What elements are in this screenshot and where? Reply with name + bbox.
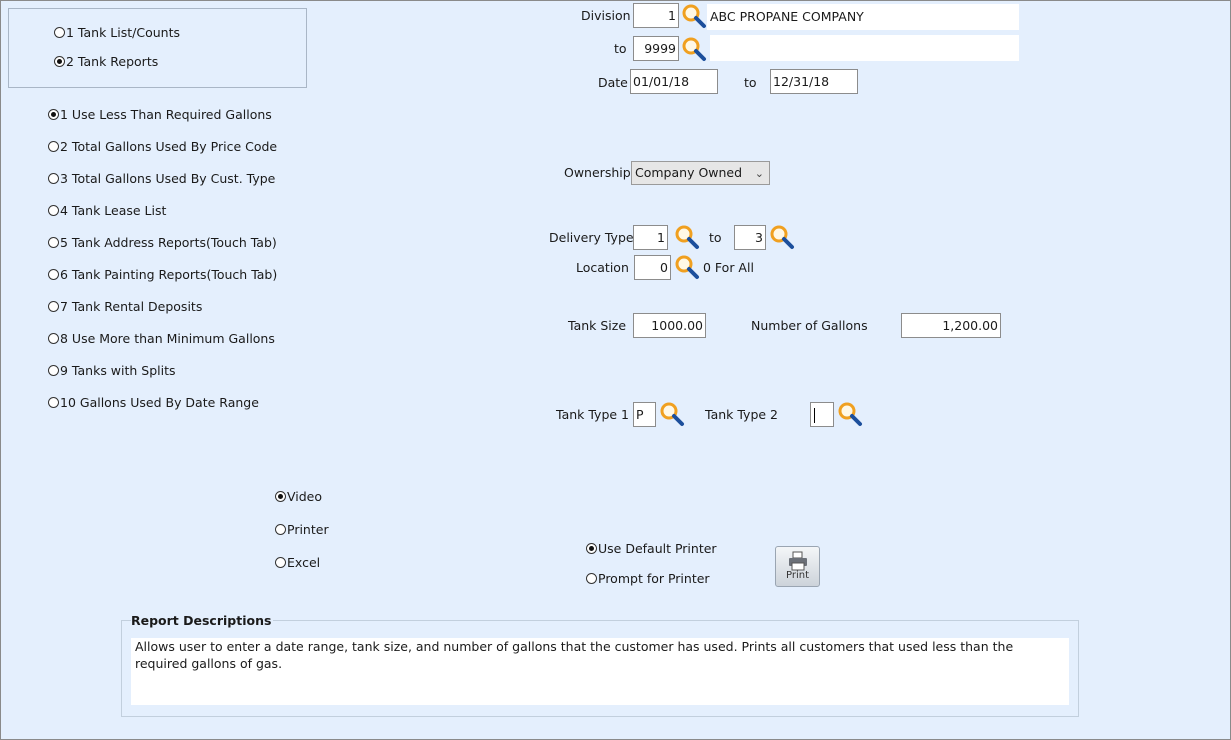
radio-dot bbox=[275, 524, 286, 535]
radio-dot bbox=[48, 173, 59, 184]
radio-report-3[interactable]: 3 Total Gallons Used By Cust. Type bbox=[48, 171, 275, 186]
tank-type1-label: Tank Type 1 bbox=[556, 407, 629, 422]
radio-dot bbox=[48, 397, 59, 408]
radio-report-9[interactable]: 9 Tanks with Splits bbox=[48, 363, 176, 378]
radio-report-8[interactable]: 8 Use More than Minimum Gallons bbox=[48, 331, 275, 346]
radio-dot bbox=[54, 56, 65, 67]
location-input[interactable]: 0 bbox=[634, 255, 671, 280]
radio-dot bbox=[48, 365, 59, 376]
tank-size-label: Tank Size bbox=[568, 318, 627, 333]
division-from-lookup-icon[interactable] bbox=[681, 3, 707, 29]
date-to-input[interactable]: 12/31/18 bbox=[770, 69, 858, 94]
tank-type1-lookup-icon[interactable] bbox=[659, 401, 685, 427]
radio-label: 8 Use More than Minimum Gallons bbox=[60, 331, 275, 346]
report-description-text: Allows user to enter a date range, tank … bbox=[131, 638, 1069, 705]
tank-size-input[interactable]: 1000.00 bbox=[633, 313, 706, 338]
division-label: Division bbox=[581, 8, 631, 23]
radio-label: 1 Use Less Than Required Gallons bbox=[60, 107, 272, 122]
radio-label: Printer bbox=[287, 522, 329, 537]
radio-dot bbox=[48, 237, 59, 248]
radio-report-6[interactable]: 6 Tank Painting Reports(Touch Tab) bbox=[48, 267, 277, 282]
ownership-select[interactable]: Company Owned ⌄ bbox=[631, 161, 770, 185]
tank-type1-input[interactable]: P bbox=[633, 402, 656, 427]
print-label: Print bbox=[785, 570, 809, 581]
radio-label: 2 Total Gallons Used By Price Code bbox=[60, 139, 278, 154]
tank-type2-input[interactable] bbox=[810, 402, 834, 427]
division-to-lookup-icon[interactable] bbox=[681, 36, 707, 62]
radio-label: 10 Gallons Used By Date Range bbox=[60, 395, 259, 410]
radio-report-5[interactable]: 5 Tank Address Reports(Touch Tab) bbox=[48, 235, 277, 250]
radio-report-7[interactable]: 7 Tank Rental Deposits bbox=[48, 299, 202, 314]
date-label: Date bbox=[598, 75, 628, 90]
ownership-label: Ownership bbox=[564, 165, 631, 180]
radio-dot bbox=[48, 205, 59, 216]
radio-label: 4 Tank Lease List bbox=[60, 203, 167, 218]
chevron-down-icon: ⌄ bbox=[754, 167, 764, 180]
radio-label: Video bbox=[287, 489, 323, 504]
division-from-input[interactable]: 1 bbox=[633, 3, 679, 28]
radio-label: 5 Tank Address Reports(Touch Tab) bbox=[60, 235, 277, 250]
delivery-to-lookup-icon[interactable] bbox=[769, 224, 795, 250]
radio-report-10[interactable]: 10 Gallons Used By Date Range bbox=[48, 395, 259, 410]
radio-label: 6 Tank Painting Reports(Touch Tab) bbox=[60, 267, 278, 282]
report-group-box bbox=[8, 8, 307, 88]
radio-label: Prompt for Printer bbox=[598, 571, 710, 586]
radio-dot bbox=[48, 109, 59, 120]
division-to-label: to bbox=[614, 41, 627, 56]
radio-label: Use Default Printer bbox=[598, 541, 717, 556]
radio-dot bbox=[275, 557, 286, 568]
radio-label: 1 Tank List/Counts bbox=[66, 25, 180, 40]
radio-output-excel[interactable]: Excel bbox=[275, 555, 320, 570]
location-hint: 0 For All bbox=[703, 260, 754, 275]
radio-default-printer[interactable]: Use Default Printer bbox=[586, 541, 717, 556]
delivery-type-label: Delivery Type bbox=[549, 230, 634, 245]
radio-tank-reports[interactable]: 2 Tank Reports bbox=[54, 54, 158, 69]
radio-dot bbox=[275, 491, 286, 502]
delivery-to-label: to bbox=[709, 230, 722, 245]
text-cursor bbox=[814, 408, 815, 423]
date-from-input[interactable]: 01/01/18 bbox=[630, 69, 718, 94]
delivery-from-input[interactable]: 1 bbox=[633, 225, 668, 250]
radio-report-1[interactable]: 1 Use Less Than Required Gallons bbox=[48, 107, 272, 122]
delivery-from-lookup-icon[interactable] bbox=[674, 224, 700, 250]
radio-report-2[interactable]: 2 Total Gallons Used By Price Code bbox=[48, 139, 277, 154]
location-label: Location bbox=[576, 260, 629, 275]
radio-label: 9 Tanks with Splits bbox=[60, 363, 176, 378]
gallons-label: Number of Gallons bbox=[751, 318, 868, 333]
radio-dot bbox=[48, 141, 59, 152]
radio-label: 3 Total Gallons Used By Cust. Type bbox=[60, 171, 276, 186]
radio-dot bbox=[586, 543, 597, 554]
date-to-label: to bbox=[744, 75, 757, 90]
radio-output-video[interactable]: Video bbox=[275, 489, 322, 504]
tank-type2-label: Tank Type 2 bbox=[705, 407, 778, 422]
radio-output-printer[interactable]: Printer bbox=[275, 522, 329, 537]
radio-prompt-printer[interactable]: Prompt for Printer bbox=[586, 571, 710, 586]
ownership-value: Company Owned bbox=[635, 165, 743, 180]
radio-dot bbox=[48, 301, 59, 312]
delivery-to-input[interactable]: 3 bbox=[734, 225, 766, 250]
radio-label: 2 Tank Reports bbox=[66, 54, 159, 69]
radio-dot bbox=[48, 333, 59, 344]
division-to-name-field bbox=[710, 35, 1019, 61]
printer-icon bbox=[788, 551, 807, 571]
radio-dot bbox=[54, 27, 65, 38]
radio-dot bbox=[586, 573, 597, 584]
gallons-input[interactable]: 1,200.00 bbox=[901, 313, 1001, 338]
radio-tank-list-counts[interactable]: 1 Tank List/Counts bbox=[54, 25, 180, 40]
division-name-field: ABC PROPANE COMPANY bbox=[707, 4, 1019, 30]
print-button[interactable]: Print bbox=[775, 546, 820, 587]
radio-label: Excel bbox=[287, 555, 321, 570]
radio-report-4[interactable]: 4 Tank Lease List bbox=[48, 203, 166, 218]
location-lookup-icon[interactable] bbox=[674, 254, 700, 280]
tank-type2-lookup-icon[interactable] bbox=[837, 401, 863, 427]
radio-label: 7 Tank Rental Deposits bbox=[60, 299, 203, 314]
division-to-input[interactable]: 9999 bbox=[633, 36, 679, 61]
radio-dot bbox=[48, 269, 59, 280]
report-description-title: Report Descriptions bbox=[131, 613, 274, 628]
